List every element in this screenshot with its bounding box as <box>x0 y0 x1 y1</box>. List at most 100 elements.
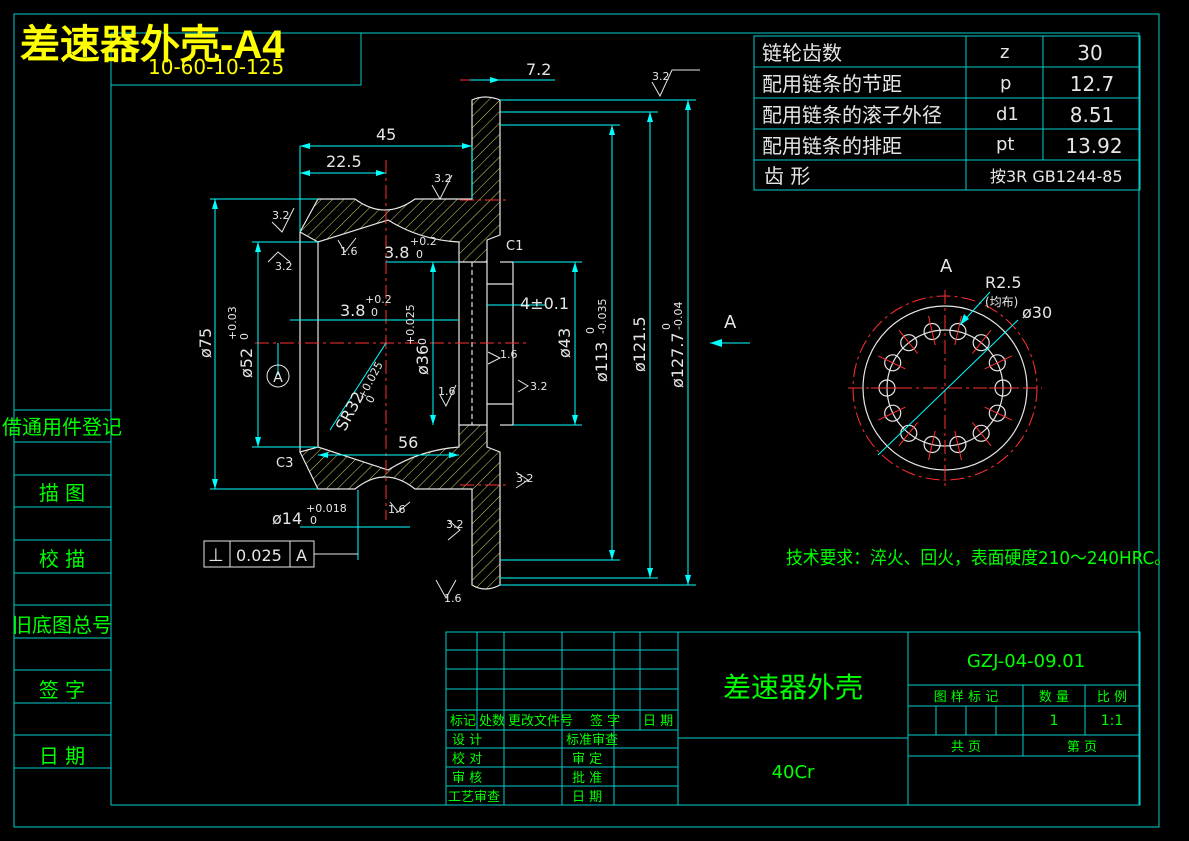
dim-phi43: ø43 <box>555 328 574 358</box>
chain-label-3: 配用链条的排距 <box>762 134 902 158</box>
rough-inner: 1.6 <box>438 385 456 398</box>
role-review: 审 核 <box>452 771 482 786</box>
chain-val-3: 13.92 <box>1065 134 1122 158</box>
dim-4: 4±0.1 <box>520 294 569 313</box>
dim-c3: C3 <box>276 456 293 471</box>
dim-phi75: ø75 <box>196 328 215 358</box>
scallop-centreline <box>878 355 906 370</box>
part-name: 差速器外壳 <box>723 671 863 704</box>
dim-45: 45 <box>376 125 396 144</box>
dim-3-8-mid: 3.8 <box>340 301 365 320</box>
chain-val-0: 30 <box>1077 41 1102 65</box>
dim-r2-5: R2.5 <box>985 273 1022 292</box>
dim-sr32-u: +0.025 <box>355 359 386 401</box>
chain-label-0: 链轮齿数 <box>762 41 842 65</box>
rough-left-b: 3.2 <box>275 260 293 273</box>
side-column <box>14 409 111 769</box>
hdr-qty: 数 量 <box>1039 690 1069 705</box>
tooth-form-value: 按3R GB1244-85 <box>990 167 1123 186</box>
role-approve: 审 定 <box>572 752 602 767</box>
dim-3-8-top-u: +0.2 <box>410 235 437 248</box>
chain-sym-1: p <box>1000 73 1011 94</box>
hdr-mark: 图 样 标 记 <box>934 690 998 705</box>
chain-sym-2: d1 <box>996 104 1019 125</box>
dim-sr32-l: 0 <box>363 393 378 405</box>
outer-frame <box>13 13 1160 828</box>
dim-phi52: ø52 <box>237 348 256 378</box>
dim-3-8-mid-l: 0 <box>371 306 378 319</box>
role-date: 日 期 <box>572 790 602 805</box>
rough-flange: 3.2 <box>434 172 452 185</box>
dim-3-8-mid-u: +0.2 <box>365 293 392 306</box>
dim-phi113-l: -0.035 <box>596 299 609 334</box>
rough-bore: 1.6 <box>340 245 358 258</box>
tol-datum: A <box>296 546 307 565</box>
rough-bottom: 1.6 <box>444 592 462 605</box>
role-std: 标准审查 <box>566 733 618 748</box>
side-reg: 借通用件登记 <box>2 415 122 439</box>
dim-phi113: ø113 <box>592 342 611 382</box>
arrow-a: A <box>724 312 737 333</box>
dim-phi36-l: 0 <box>416 338 429 345</box>
dim-r2-5-note: (均布) <box>985 295 1018 309</box>
view-a <box>848 290 1042 486</box>
dim-56: 56 <box>398 433 418 452</box>
chain-val-2: 8.51 <box>1070 103 1115 127</box>
dim-phi14-l: 0 <box>310 514 317 527</box>
role-check: 校 对 <box>452 751 482 767</box>
dim-phi14: ø14 <box>272 509 302 528</box>
dim-phi36: ø36 <box>413 345 432 375</box>
dim-phi30: ø30 <box>1022 303 1052 322</box>
role-process: 工艺审查 <box>448 790 500 805</box>
rev-hdr-2: 更改文件号 <box>508 714 573 729</box>
rev-hdr-4: 日 期 <box>643 714 673 729</box>
scallop-centreline <box>984 406 1012 421</box>
dim-phi52-l: 0 <box>238 333 251 340</box>
total-sheets: 共 页 <box>951 740 981 755</box>
chain-sym-3: pt <box>996 134 1014 155</box>
drawing-number: GZJ-04-09.01 <box>967 651 1085 672</box>
scale-value: 1:1 <box>1101 713 1124 729</box>
rev-hdr-3: 签 字 <box>590 713 620 729</box>
dim-phi127-l: -0.04 <box>672 302 685 330</box>
rough-hub: 3.2 <box>530 380 548 393</box>
rough-top: 3.2 <box>652 70 670 83</box>
dim-phi121-5: ø121.5 <box>630 316 649 372</box>
role-authorize: 批 准 <box>572 771 602 786</box>
view-a-title: A <box>940 256 953 277</box>
side-sign: 签 字 <box>39 678 85 702</box>
tol-value: 0.025 <box>236 546 282 565</box>
chain-label-1: 配用链条的节距 <box>762 72 902 96</box>
side-date: 日 期 <box>39 744 85 768</box>
rough-pin: 1.6 <box>388 503 406 516</box>
chain-sym-0: z <box>1000 42 1009 63</box>
dim-c1: C1 <box>506 239 523 254</box>
tol-symbol: ⊥ <box>208 545 224 566</box>
material: 40Cr <box>772 762 815 783</box>
scallop-centreline <box>878 406 906 421</box>
rough-rim: 3.2 <box>446 518 464 531</box>
dim-3-8-top: 3.8 <box>384 243 409 262</box>
side-draw: 描 图 <box>39 481 85 505</box>
tooth-form-label: 齿 形 <box>764 164 810 188</box>
chain-val-1: 12.7 <box>1070 72 1115 96</box>
hdr-scale: 比 例 <box>1097 690 1127 705</box>
chain-label-2: 配用链条的滚子外径 <box>762 103 942 127</box>
qty-value: 1 <box>1050 713 1059 729</box>
role-design: 设 计 <box>452 733 482 748</box>
dim-3-8-top-l: 0 <box>416 248 423 261</box>
datum-letter: A <box>273 370 283 386</box>
rough-face: 1.6 <box>500 348 518 361</box>
rev-hdr-1: 处数 <box>479 714 505 729</box>
side-check: 校 描 <box>39 547 85 571</box>
housing-section-top <box>299 96 501 263</box>
rev-hdr-0: 标记 <box>450 714 476 729</box>
rough-hub-b: 3.2 <box>516 472 534 485</box>
tech-requirement: 技术要求：淬火、回火，表面硬度210～240HRC。 <box>786 548 1171 569</box>
scallop-centreline <box>984 355 1012 370</box>
dim-22-5: 22.5 <box>326 152 362 171</box>
dim-7-2: 7.2 <box>526 60 551 79</box>
sheet-number: 第 页 <box>1067 740 1097 755</box>
rough-left-a: 3.2 <box>272 209 290 222</box>
dim-phi127-7: ø127.7 <box>668 332 687 388</box>
